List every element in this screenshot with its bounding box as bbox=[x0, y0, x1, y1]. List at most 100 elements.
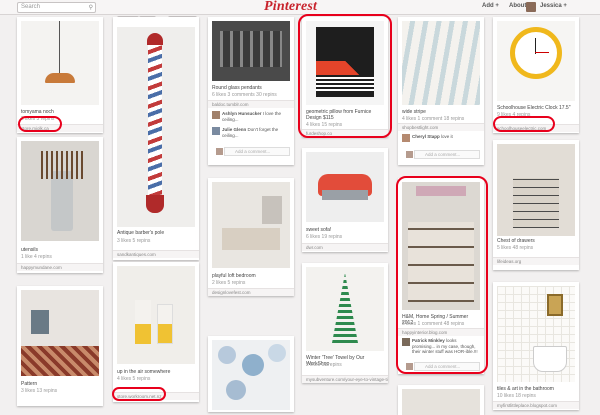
commenter-name[interactable]: Ashlyn Hunsucker bbox=[222, 111, 262, 116]
framed-art bbox=[547, 294, 563, 316]
barber-pole bbox=[148, 45, 162, 195]
pin-image[interactable] bbox=[21, 290, 99, 376]
user-menu[interactable]: Jessica + bbox=[540, 3, 567, 9]
add-comment-input[interactable]: Add a comment... bbox=[406, 150, 480, 159]
pin-stats: 2 likes 11 repins bbox=[306, 362, 342, 368]
comment-text: love it bbox=[441, 134, 453, 139]
avatar[interactable] bbox=[402, 134, 410, 142]
pin-card[interactable]: up in the air somewhere 4 likes 5 repins… bbox=[113, 262, 199, 402]
pin-image[interactable] bbox=[402, 21, 480, 105]
pin-title: playful loft bedroom bbox=[212, 273, 256, 279]
pin-title: Round glass pendants bbox=[212, 85, 262, 91]
pin-stats: 4 likes 5 repins bbox=[117, 376, 151, 382]
pin-image[interactable] bbox=[21, 21, 99, 105]
pin-source[interactable]: sandkantiques.com bbox=[113, 250, 199, 258]
pin-image[interactable] bbox=[306, 267, 384, 351]
utensil-jar bbox=[51, 171, 73, 231]
pin-title: up in the air somewhere bbox=[117, 369, 171, 375]
pin-card[interactable]: Round glass pendants 6 likes 3 comments … bbox=[208, 17, 294, 165]
lamp-shade bbox=[45, 73, 75, 83]
bathtub bbox=[533, 346, 567, 372]
avatar[interactable] bbox=[212, 127, 220, 135]
avatar[interactable] bbox=[212, 111, 220, 119]
pin-card[interactable]: wide stripe 4 likes 1 comment 18 repins … bbox=[398, 17, 484, 165]
pin-card[interactable]: Chest of drawers 5 likes 48 repins lifei… bbox=[493, 140, 579, 270]
pin-image[interactable] bbox=[402, 389, 480, 415]
user-avatar[interactable] bbox=[526, 2, 536, 12]
top-bar: Search ⚲ Pinterest Add + About + Jessica … bbox=[0, 0, 600, 15]
pin-title: Antique barber's pole bbox=[117, 230, 165, 236]
pin-image[interactable] bbox=[212, 340, 290, 410]
add-comment-input[interactable]: Add a comment... bbox=[216, 147, 290, 156]
pin-stats: 10 likes 18 repins bbox=[497, 393, 536, 399]
pin-card[interactable]: sweet sofa! 6 likes 19 repins dwr.com bbox=[302, 148, 388, 252]
pin-source[interactable]: shopbestlight.com bbox=[398, 123, 484, 131]
clock-hand bbox=[535, 52, 549, 53]
pin-card[interactable]: tiles & art in the bathroom 10 likes 18 … bbox=[493, 282, 579, 410]
pin-stats: 4 likes 1 comment 18 repins bbox=[402, 116, 465, 122]
pin-stats: 1 like 4 repins bbox=[21, 254, 52, 260]
pin-card[interactable]: Antique barber's pole 3 likes 5 repins s… bbox=[113, 17, 199, 260]
pin-image[interactable] bbox=[21, 141, 99, 241]
pin-source[interactable]: myfirstlittleplace.blogspot.com bbox=[493, 401, 579, 409]
pin-image[interactable] bbox=[306, 152, 384, 222]
plate bbox=[218, 346, 236, 364]
pin-card[interactable] bbox=[398, 385, 484, 415]
commenter-name[interactable]: Julie Glenn bbox=[222, 127, 246, 132]
pin-title: tiles & art in the bathroom bbox=[497, 386, 554, 392]
pin-image[interactable] bbox=[497, 286, 575, 382]
pin-stats: 5 likes 48 repins bbox=[497, 245, 534, 251]
pin-title: utensils bbox=[21, 247, 38, 253]
annotation-rectangle bbox=[298, 14, 392, 138]
pin-source[interactable]: happymundane.com bbox=[17, 263, 103, 271]
pin-image[interactable] bbox=[212, 182, 290, 268]
pin-source[interactable]: dwr.com bbox=[302, 243, 388, 251]
pin-card[interactable]: utensils 1 like 4 repins happymundane.co… bbox=[17, 137, 103, 273]
window bbox=[262, 196, 282, 224]
plate bbox=[268, 344, 286, 362]
search-placeholder: Search bbox=[21, 4, 41, 10]
pin-card[interactable]: Pattern 3 likes 13 repins bbox=[17, 286, 103, 406]
sofa-seat bbox=[322, 190, 368, 200]
add-menu[interactable]: Add + bbox=[482, 3, 499, 9]
pin-title: wide stripe bbox=[402, 109, 426, 115]
annotation-circle bbox=[493, 116, 555, 132]
search-input[interactable]: Search ⚲ bbox=[17, 2, 96, 13]
frame bbox=[31, 310, 49, 334]
avatar bbox=[406, 151, 413, 158]
avatar bbox=[216, 148, 223, 155]
yellow-cup bbox=[135, 300, 151, 344]
annotation-circle bbox=[18, 116, 62, 132]
pole-cap bbox=[147, 33, 163, 45]
add-comment-placeholder: Add a comment... bbox=[235, 149, 271, 154]
pin-title: Chest of drawers bbox=[497, 238, 535, 244]
pin-source[interactable]: mysubventure.com/your-eye-to-vintage-til… bbox=[302, 375, 388, 383]
commenter-name[interactable]: Cheryl Stapp bbox=[412, 134, 440, 139]
clock-face bbox=[510, 27, 562, 79]
window bbox=[220, 31, 282, 67]
pin-source[interactable]: designlovefest.com bbox=[208, 288, 294, 296]
pin-title: sweet sofa! bbox=[306, 227, 332, 233]
pin-card[interactable]: playful loft bedroom 2 likes 5 repins de… bbox=[208, 178, 294, 296]
plate bbox=[242, 354, 264, 376]
search-icon[interactable]: ⚲ bbox=[89, 4, 93, 13]
pin-card[interactable]: Winter 'Tree' Towel by Our WorkShop 2 li… bbox=[302, 263, 388, 383]
bed bbox=[222, 228, 280, 250]
pin-image[interactable] bbox=[497, 144, 575, 236]
pin-title: Schoolhouse Electric Clock 17.5" bbox=[497, 105, 571, 111]
pinterest-logo[interactable]: Pinterest bbox=[264, 0, 317, 15]
pin-source[interactable]: baldoc.tumblr.com bbox=[208, 100, 294, 108]
pin-image[interactable] bbox=[497, 21, 575, 101]
pin-image[interactable] bbox=[212, 21, 290, 81]
pin-image[interactable] bbox=[117, 266, 195, 364]
pin-stats: 2 likes 5 repins bbox=[212, 280, 246, 286]
pin-stats: 6 likes 3 comments 30 repins bbox=[212, 92, 277, 98]
utensils-bundle bbox=[41, 151, 83, 179]
pin-card[interactable] bbox=[208, 336, 294, 412]
pin-source[interactable]: lifeideas.org bbox=[493, 257, 579, 265]
rug bbox=[21, 346, 99, 376]
lamp-cord bbox=[59, 21, 60, 73]
pin-stats: 3 likes 5 repins bbox=[117, 238, 151, 244]
pin-image[interactable] bbox=[117, 27, 195, 227]
annotation-rectangle bbox=[396, 176, 488, 374]
